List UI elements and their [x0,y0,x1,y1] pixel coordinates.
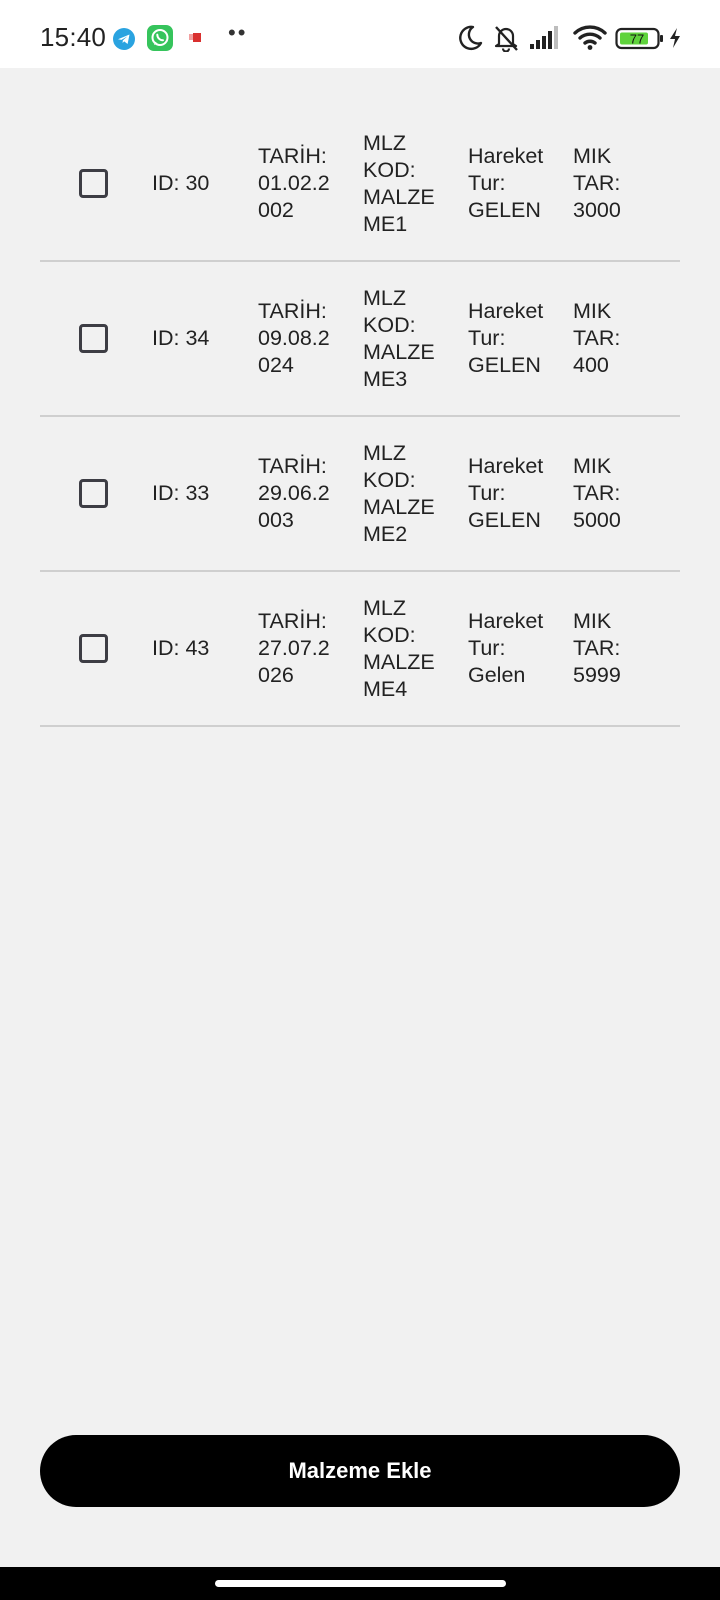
more-dots-icon: •• [228,20,248,45]
bell-off-icon [492,24,520,57]
record-id: ID: 33 [152,481,210,505]
home-indicator[interactable] [215,1580,506,1587]
app-notification-icon [189,32,203,44]
charging-icon [668,27,682,54]
record-material-code: MLZ KOD: MALZE ME1 [363,130,435,236]
record-quantity: MIK TAR: 3000 [573,144,621,222]
record-quantity: MIK TAR: 400 [573,299,621,377]
record-date: TARİH: 27.07.2 026 [258,609,330,687]
record-quantity: MIK TAR: 5000 [573,454,621,532]
add-material-button[interactable]: Malzeme Ekle [40,1435,680,1507]
row-checkbox[interactable] [79,324,108,353]
wifi-icon [573,24,607,55]
clock: 15:40 [40,22,107,52]
record-movement-type: Hareket Tur: Gelen [468,609,544,687]
records-list: ID: 30 TARİH: 01.02.2 002 MLZ KOD: MALZE… [40,107,680,727]
telegram-icon [113,28,135,50]
battery-icon: 77 [615,27,665,56]
record-date: TARİH: 29.06.2 003 [258,454,330,532]
list-item[interactable]: ID: 43 TARİH: 27.07.2 026 MLZ KOD: MALZE… [40,572,680,727]
record-date: TARİH: 09.08.2 024 [258,299,330,377]
record-quantity: MIK TAR: 5999 [573,609,621,687]
svg-text:77: 77 [630,32,644,47]
whatsapp-icon [147,25,173,51]
record-movement-type: Hareket Tur: GELEN [468,299,544,377]
list-item[interactable]: ID: 34 TARİH: 09.08.2 024 MLZ KOD: MALZE… [40,262,680,417]
moon-icon [456,24,484,57]
row-checkbox[interactable] [79,634,108,663]
list-item[interactable]: ID: 30 TARİH: 01.02.2 002 MLZ KOD: MALZE… [40,107,680,262]
record-movement-type: Hareket Tur: GELEN [468,454,544,532]
record-id: ID: 30 [152,171,210,195]
row-checkbox[interactable] [79,169,108,198]
list-item[interactable]: ID: 33 TARİH: 29.06.2 003 MLZ KOD: MALZE… [40,417,680,572]
signal-icon [530,26,564,55]
record-material-code: MLZ KOD: MALZE ME2 [363,440,435,546]
record-material-code: MLZ KOD: MALZE ME3 [363,285,435,391]
record-id: ID: 43 [152,636,210,660]
record-material-code: MLZ KOD: MALZE ME4 [363,595,435,701]
status-bar: 15:40 •• 77 [0,0,720,68]
row-checkbox[interactable] [79,479,108,508]
record-movement-type: Hareket Tur: GELEN [468,144,544,222]
record-id: ID: 34 [152,326,210,350]
navigation-bar [0,1567,720,1600]
record-date: TARİH: 01.02.2 002 [258,144,330,222]
